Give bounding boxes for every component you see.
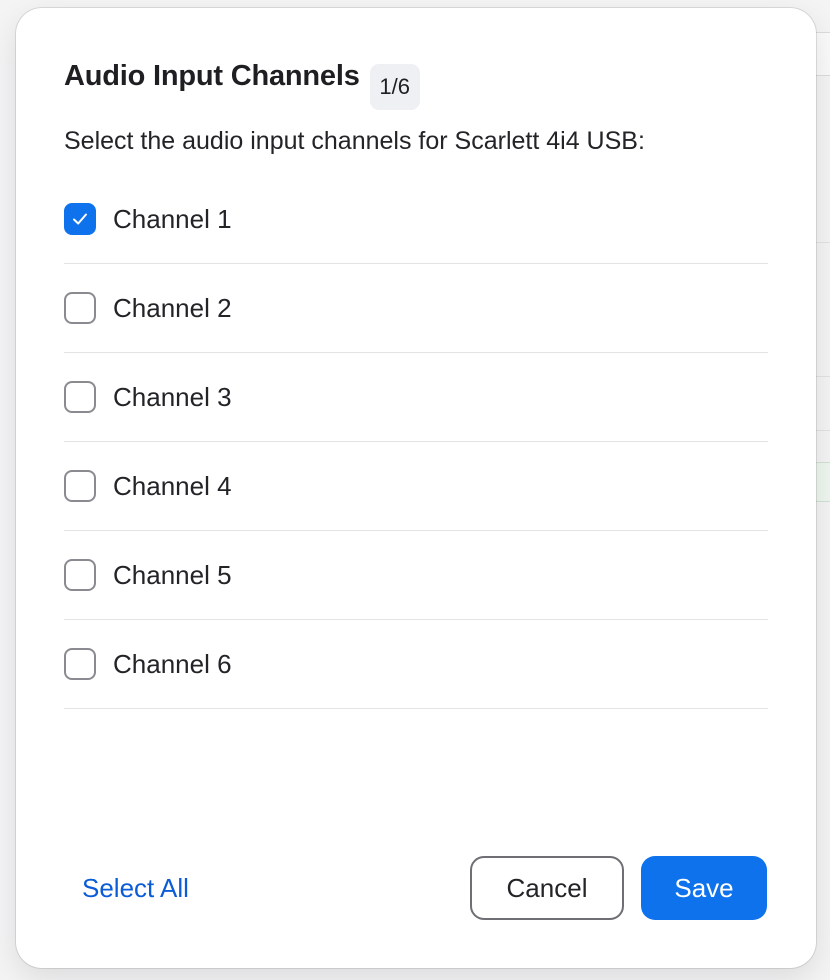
save-button[interactable]: Save: [641, 856, 767, 920]
channel-6-label: Channel 6: [113, 649, 232, 679]
channel-row-4[interactable]: Channel 4: [64, 442, 768, 531]
dialog-description: Select the audio input channels for Scar…: [64, 127, 645, 155]
channel-3-label: Channel 3: [113, 382, 232, 412]
channel-5-label: Channel 5: [113, 560, 232, 590]
channel-6-checkbox[interactable]: [64, 648, 96, 680]
checkmark-icon: [73, 213, 87, 225]
dialog-header: Audio Input Channels 1/6: [64, 58, 420, 110]
channel-row-2[interactable]: Channel 2: [64, 264, 768, 353]
select-all-link[interactable]: Select All: [82, 872, 189, 904]
cancel-button[interactable]: Cancel: [470, 856, 624, 920]
dialog-footer: Select All Cancel Save: [16, 856, 816, 920]
selected-count-badge: 1/6: [369, 64, 420, 110]
channel-list: Channel 1 Channel 2 Channel 3 Channel 4 …: [64, 176, 768, 709]
channel-2-label: Channel 2: [113, 293, 232, 323]
channel-5-checkbox[interactable]: [64, 559, 96, 591]
audio-input-channels-dialog: Audio Input Channels 1/6 Select the audi…: [16, 8, 816, 968]
dialog-title: Audio Input Channels: [64, 60, 360, 92]
channel-4-checkbox[interactable]: [64, 470, 96, 502]
channel-row-1[interactable]: Channel 1: [64, 176, 768, 264]
channel-4-label: Channel 4: [113, 471, 232, 501]
channel-row-6[interactable]: Channel 6: [64, 620, 768, 709]
channel-1-label: Channel 1: [113, 204, 232, 234]
channel-1-checkbox[interactable]: [64, 203, 96, 235]
channel-row-3[interactable]: Channel 3: [64, 353, 768, 442]
channel-3-checkbox[interactable]: [64, 381, 96, 413]
channel-row-5[interactable]: Channel 5: [64, 531, 768, 620]
channel-2-checkbox[interactable]: [64, 292, 96, 324]
